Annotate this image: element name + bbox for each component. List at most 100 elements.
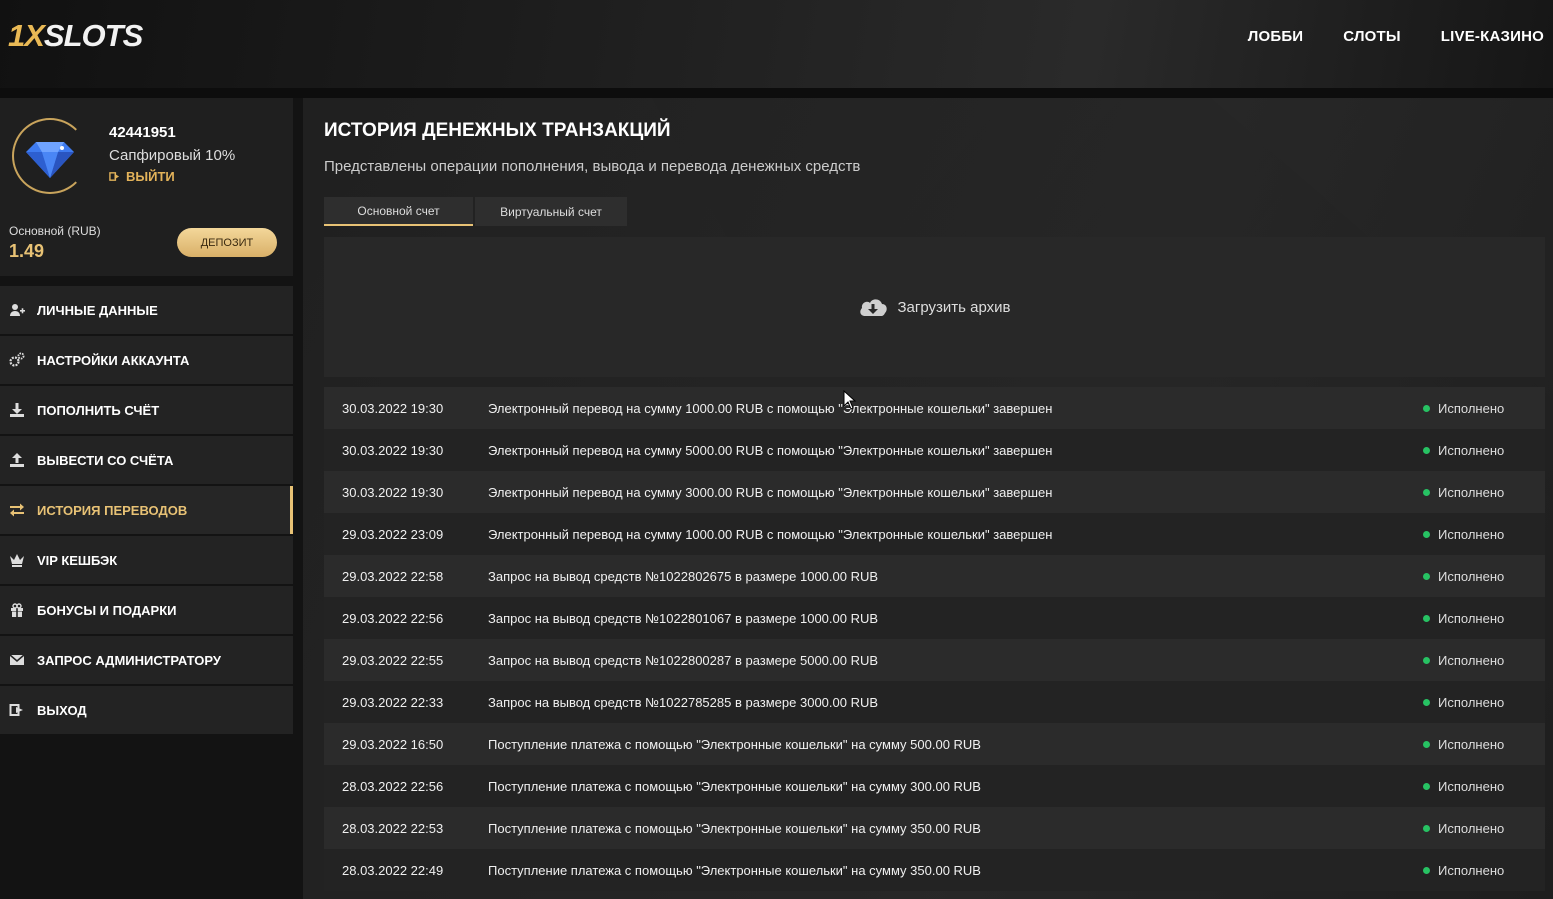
status-dot-icon <box>1423 572 1430 580</box>
balance-value: 1.49 <box>9 241 45 261</box>
sidebar-item-transfer-history[interactable]: ИСТОРИЯ ПЕРЕВОДОВ <box>0 486 293 534</box>
transaction-description: Электронный перевод на сумму 1000.00 RUB… <box>488 400 1053 416</box>
user-id: 42441951 <box>109 124 176 141</box>
logo-part-1x: 1X <box>8 18 45 53</box>
table-row: 28.03.2022 22:53 Поступление платежа с по… <box>324 807 1545 849</box>
status-label: Исполнено <box>1438 652 1505 668</box>
table-row: 29.03.2022 23:09 Электронный перевод на с… <box>324 513 1545 555</box>
transaction-status: Исполнено <box>1423 779 1545 794</box>
archive-panel: Загрузить архив <box>324 237 1545 377</box>
status-label: Исполнено <box>1438 694 1505 710</box>
table-row: 30.03.2022 19:30 Электронный перевод на с… <box>324 429 1545 471</box>
logout-link[interactable]: ВЫЙТИ <box>109 169 175 184</box>
sidebar-menu: ЛИЧНЫЕ ДАННЫЕ НАСТРОЙКИ АККАУНТА ПОПОЛНИ… <box>0 286 293 736</box>
avatar <box>12 118 88 194</box>
status-label: Исполнено <box>1438 568 1505 584</box>
status-label: Исполнено <box>1438 442 1505 458</box>
table-row: 29.03.2022 22:33 Запрос на вывод средств … <box>324 681 1545 723</box>
status-label: Исполнено <box>1438 778 1505 794</box>
table-row: 30.03.2022 19:30 Электронный перевод на с… <box>324 387 1545 429</box>
exit-small-icon <box>109 172 120 181</box>
transaction-status: Исполнено <box>1423 737 1545 752</box>
sidebar-item-label: ПОПОЛНИТЬ СЧЁТ <box>37 402 160 418</box>
main-content: ИСТОРИЯ ДЕНЕЖНЫХ ТРАНЗАКЦИЙ Представлены… <box>303 98 1553 899</box>
status-label: Исполнено <box>1438 736 1505 752</box>
balance-label: Основной (RUB) <box>9 224 101 238</box>
transaction-status: Исполнено <box>1423 569 1545 584</box>
transaction-status: Исполнено <box>1423 485 1545 500</box>
table-row: 29.03.2022 22:55 Запрос на вывод средств … <box>324 639 1545 681</box>
sidebar-item-label: ВЫВЕСТИ СО СЧЁТА <box>37 452 174 468</box>
logout-label: ВЫЙТИ <box>126 169 175 184</box>
transaction-description: Поступление платежа с помощью "Электронн… <box>488 736 981 752</box>
transaction-description: Запрос на вывод средств №1022802675 в ра… <box>488 568 879 584</box>
sidebar-item-exit[interactable]: ВЫХОД <box>0 686 293 734</box>
status-label: Исполнено <box>1438 610 1505 626</box>
sidebar-item-vip-cashback[interactable]: VIP КЕШБЭК <box>0 536 293 584</box>
sidebar-item-admin-request[interactable]: ЗАПРОС АДМИНИСТРАТОРУ <box>0 636 293 684</box>
transaction-description: Запрос на вывод средств №1022801067 в ра… <box>488 610 879 626</box>
sidebar-item-withdraw[interactable]: ВЫВЕСТИ СО СЧЁТА <box>0 436 293 484</box>
transaction-date: 30.03.2022 19:30 <box>342 442 444 458</box>
transaction-description: Электронный перевод на сумму 1000.00 RUB… <box>488 526 1053 542</box>
transaction-description: Электронный перевод на сумму 5000.00 RUB… <box>488 442 1053 458</box>
sidebar-item-account-settings[interactable]: НАСТРОЙКИ АККАУНТА <box>0 336 293 384</box>
transaction-status: Исполнено <box>1423 401 1545 416</box>
status-dot-icon <box>1423 782 1430 790</box>
top-header: 1XSLOTS ЛОББИ СЛОТЫ LIVE-КАЗИНО <box>0 0 1553 88</box>
transaction-description: Поступление платежа с помощью "Электронн… <box>488 862 981 878</box>
profile-card: 42441951 Сапфировый 10% ВЫЙТИ Основной (… <box>0 98 293 276</box>
account-tabs: Основной счет Виртуальный счет <box>324 197 627 226</box>
transaction-status: Исполнено <box>1423 611 1545 626</box>
transaction-status: Исполнено <box>1423 821 1545 836</box>
transaction-description: Запрос на вывод средств №1022800287 в ра… <box>488 652 879 668</box>
nav-live-casino[interactable]: LIVE-КАЗИНО <box>1441 28 1544 45</box>
status-dot-icon <box>1423 656 1430 664</box>
crown-icon <box>9 552 25 568</box>
sidebar-item-label: БОНУСЫ И ПОДАРКИ <box>37 602 177 618</box>
status-dot-icon <box>1423 530 1430 538</box>
tab-main-account[interactable]: Основной счет <box>324 197 473 226</box>
table-row: 29.03.2022 16:50 Поступление платежа с по… <box>324 723 1545 765</box>
table-row: 29.03.2022 22:58 Запрос на вывод средств … <box>324 555 1545 597</box>
status-dot-icon <box>1423 698 1430 706</box>
header-divider <box>0 88 1553 98</box>
sidebar-item-label: ВЫХОД <box>37 702 87 718</box>
nav-lobby[interactable]: ЛОББИ <box>1248 28 1304 45</box>
status-dot-icon <box>1423 740 1430 748</box>
sidebar-item-bonuses[interactable]: БОНУСЫ И ПОДАРКИ <box>0 586 293 634</box>
table-row: 30.03.2022 19:30 Электронный перевод на с… <box>324 471 1545 513</box>
transaction-date: 28.03.2022 22:49 <box>342 862 444 878</box>
status-label: Исполнено <box>1438 526 1505 542</box>
transaction-description: Электронный перевод на сумму 3000.00 RUB… <box>488 484 1053 500</box>
sidebar-item-personal-data[interactable]: ЛИЧНЫЕ ДАННЫЕ <box>0 286 293 334</box>
status-dot-icon <box>1423 866 1430 874</box>
transaction-date: 29.03.2022 23:09 <box>342 526 444 542</box>
transaction-description: Поступление платежа с помощью "Электронн… <box>488 820 981 836</box>
transaction-description: Поступление платежа с помощью "Электронн… <box>488 778 981 794</box>
tab-virtual-account[interactable]: Виртуальный счет <box>475 197 627 226</box>
deposit-button[interactable]: ДЕПОЗИТ <box>177 228 277 257</box>
transaction-date: 30.03.2022 19:30 <box>342 484 444 500</box>
diamond-icon <box>26 142 74 178</box>
table-row: 28.03.2022 22:49 Поступление платежа с по… <box>324 849 1545 891</box>
transaction-date: 29.03.2022 22:55 <box>342 652 444 668</box>
download-archive-button[interactable]: Загрузить архив <box>858 296 1011 318</box>
sidebar-item-deposit[interactable]: ПОПОЛНИТЬ СЧЁТ <box>0 386 293 434</box>
user-level: Сапфировый 10% <box>109 147 236 164</box>
status-label: Исполнено <box>1438 484 1505 500</box>
transaction-date: 30.03.2022 19:30 <box>342 400 444 416</box>
user-icon <box>9 302 25 318</box>
status-dot-icon <box>1423 446 1430 454</box>
transaction-date: 29.03.2022 22:33 <box>342 694 444 710</box>
sidebar-item-label: VIP КЕШБЭК <box>37 552 118 568</box>
status-dot-icon <box>1423 488 1430 496</box>
site-logo[interactable]: 1XSLOTS <box>8 18 143 54</box>
nav-slots[interactable]: СЛОТЫ <box>1343 28 1401 45</box>
transactions-list: 30.03.2022 19:30 Электронный перевод на с… <box>324 387 1545 891</box>
sidebar-item-label: ИСТОРИЯ ПЕРЕВОДОВ <box>37 502 188 518</box>
gears-icon <box>9 352 25 368</box>
exit-icon <box>9 702 25 718</box>
sidebar-item-label: ЛИЧНЫЕ ДАННЫЕ <box>37 302 158 318</box>
status-label: Исполнено <box>1438 400 1505 416</box>
